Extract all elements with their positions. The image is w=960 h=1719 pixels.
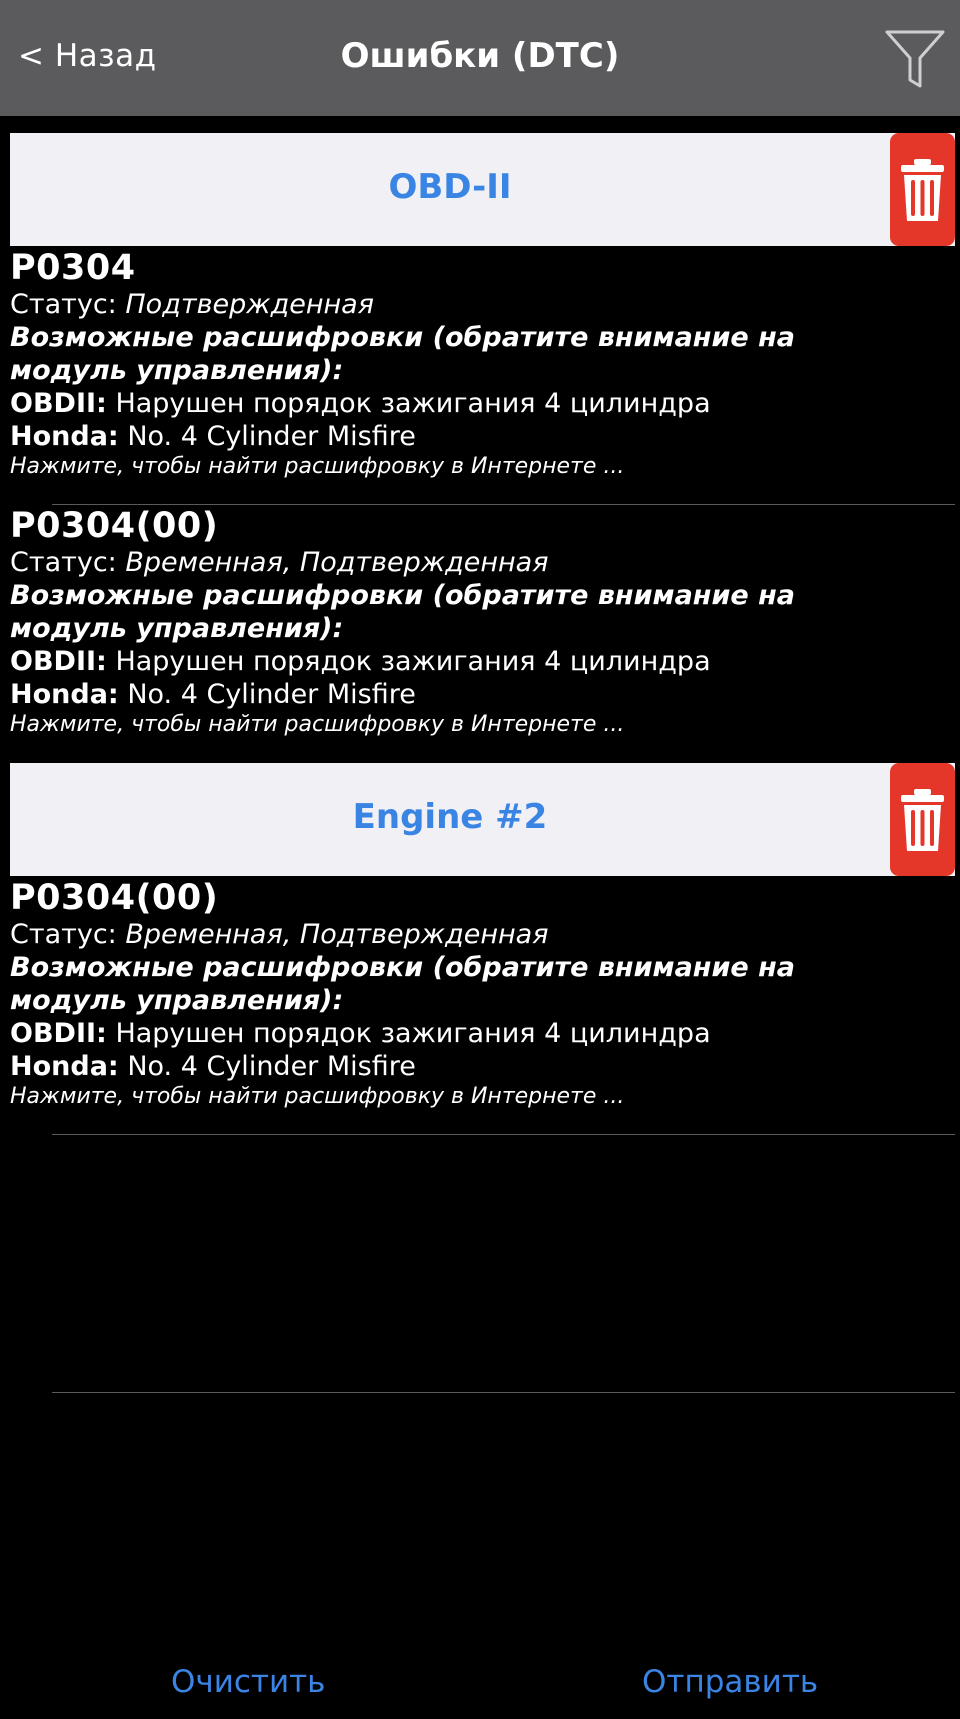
obd-value: Нарушен порядок зажигания 4 цилиндра: [115, 646, 711, 677]
decodings-title: Возможные расшифровки (обратите внимание…: [10, 952, 795, 1016]
clear-button[interactable]: Очистить: [171, 1664, 325, 1700]
section-header-obd2: OBD-II: [10, 133, 955, 246]
dtc-code: P0304(00): [10, 878, 219, 918]
make-decoding: Honda: No. 4 Cylinder Misfire: [10, 1050, 955, 1083]
dtc-item[interactable]: P0304(00) Статус: Временная, Подтвержден…: [10, 878, 955, 1111]
dtc-status: Статус: Временная, Подтвержденная: [10, 918, 955, 951]
decodings-title: Возможные расшифровки (обратите внимание…: [10, 580, 795, 644]
status-value: Временная, Подтвержденная: [125, 547, 549, 578]
status-label: Статус:: [10, 547, 117, 578]
status-value: Временная, Подтвержденная: [125, 919, 549, 950]
obd-value: Нарушен порядок зажигания 4 цилиндра: [115, 1018, 711, 1049]
delete-section-button[interactable]: [890, 763, 955, 876]
section-header-engine-2: Engine #2: [10, 763, 955, 876]
obd-label: OBDII:: [10, 646, 107, 677]
obd-decoding: OBDII: Нарушен порядок зажигания 4 цилин…: [10, 645, 955, 678]
search-hint-link[interactable]: Нажмите, чтобы найти расшифровку в Интер…: [10, 453, 955, 481]
make-label: Honda:: [10, 679, 119, 710]
obd-value: Нарушен порядок зажигания 4 цилиндра: [115, 388, 711, 419]
section-title[interactable]: Engine #2: [10, 797, 890, 837]
trash-icon: [901, 159, 944, 221]
make-value: No. 4 Cylinder Misfire: [127, 421, 416, 452]
page-title: Ошибки (DTC): [340, 36, 620, 76]
decodings-title: Возможные расшифровки (обратите внимание…: [10, 322, 795, 386]
row-separator: [52, 504, 955, 505]
make-decoding: Honda: No. 4 Cylinder Misfire: [10, 678, 955, 711]
status-value: Подтвержденная: [125, 289, 374, 320]
obd-decoding: OBDII: Нарушен порядок зажигания 4 цилин…: [10, 387, 955, 420]
obd-label: OBDII:: [10, 388, 107, 419]
send-button[interactable]: Отправить: [642, 1664, 818, 1700]
trash-icon: [901, 789, 944, 851]
section-title[interactable]: OBD-II: [10, 167, 890, 207]
search-hint-link[interactable]: Нажмите, чтобы найти расшифровку в Интер…: [10, 1083, 955, 1111]
dtc-screen: < Назад Ошибки (DTC) OBD-II P0304 Статус…: [0, 0, 960, 1719]
dtc-status: Статус: Временная, Подтвержденная: [10, 546, 955, 579]
row-separator: [52, 1134, 955, 1135]
search-hint-link[interactable]: Нажмите, чтобы найти расшифровку в Интер…: [10, 711, 955, 739]
obd-decoding: OBDII: Нарушен порядок зажигания 4 цилин…: [10, 1017, 955, 1050]
status-label: Статус:: [10, 289, 117, 320]
status-label: Статус:: [10, 919, 117, 950]
make-decoding: Honda: No. 4 Cylinder Misfire: [10, 420, 955, 453]
navigation-bar: < Назад Ошибки (DTC): [0, 0, 960, 116]
obd-label: OBDII:: [10, 1018, 107, 1049]
make-value: No. 4 Cylinder Misfire: [127, 1051, 416, 1082]
make-value: No. 4 Cylinder Misfire: [127, 679, 416, 710]
row-separator: [52, 1392, 955, 1393]
make-label: Honda:: [10, 421, 119, 452]
make-label: Honda:: [10, 1051, 119, 1082]
delete-section-button[interactable]: [890, 133, 955, 246]
dtc-item[interactable]: P0304 Статус: Подтвержденная Возможные р…: [10, 248, 955, 481]
dtc-status: Статус: Подтвержденная: [10, 288, 955, 321]
dtc-item[interactable]: P0304(00) Статус: Временная, Подтвержден…: [10, 506, 955, 739]
dtc-code: P0304(00): [10, 506, 219, 546]
dtc-code: P0304: [10, 248, 136, 288]
filter-icon[interactable]: [884, 28, 946, 92]
